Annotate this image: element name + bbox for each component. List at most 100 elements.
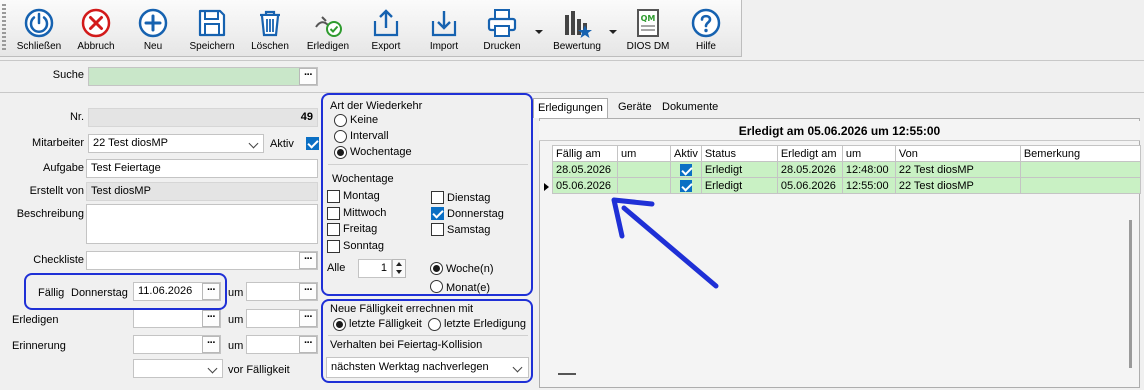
print-button[interactable]: Drucken — [478, 3, 526, 55]
cell-status[interactable]: Erledigt — [700, 161, 778, 178]
table-header-row: Fällig am um Aktiv Status Erledigt am um… — [552, 145, 1141, 162]
reminder-date-picker-button[interactable]: ··· — [202, 336, 220, 353]
checklist-input[interactable] — [86, 251, 318, 270]
save-button[interactable]: Speichern — [187, 3, 237, 55]
cell-completed-date[interactable]: 28.05.2026 — [776, 161, 843, 178]
dios-dm-button-label: DIOS DM — [626, 41, 670, 52]
weekday-friday-checkbox[interactable] — [327, 223, 340, 236]
recurrence-interval-radio[interactable] — [334, 130, 347, 143]
checklist-label: Checkliste — [33, 254, 84, 266]
recalc-last-done-label: letzte Erledigung — [444, 318, 526, 330]
weekday-saturday-checkbox[interactable] — [431, 223, 444, 236]
tab-documents[interactable]: Dokumente — [658, 98, 722, 118]
every-count-input[interactable]: 1 — [358, 259, 392, 278]
unit-week-label: Woche(n) — [446, 263, 494, 275]
complete-by-time-picker-button[interactable]: ··· — [299, 310, 317, 327]
weekday-sunday-checkbox[interactable] — [327, 240, 340, 253]
help-button[interactable]: Hilfe — [684, 3, 728, 55]
export-icon — [373, 9, 399, 37]
employee-select[interactable]: 22 Test diosMP — [88, 134, 264, 153]
grid-footer-marker — [558, 373, 576, 375]
column-header[interactable]: Bemerkung — [1019, 145, 1141, 162]
tab-devices[interactable]: Geräte — [614, 98, 656, 118]
row-active-checkbox[interactable] — [680, 163, 692, 176]
print-dropdown-arrow[interactable] — [534, 28, 544, 36]
vertical-scrollbar[interactable] — [1129, 220, 1132, 368]
column-header[interactable]: Von — [894, 145, 1021, 162]
column-header[interactable]: Fällig am — [552, 145, 618, 162]
spin-down-icon[interactable] — [396, 270, 402, 274]
save-button-label: Speichern — [189, 41, 235, 52]
delete-button[interactable]: Löschen — [247, 3, 293, 55]
search-input[interactable] — [88, 67, 318, 86]
chevron-down-icon[interactable] — [205, 360, 221, 377]
new-button[interactable]: Neu — [130, 3, 176, 55]
due-time-picker-button[interactable]: ··· — [299, 283, 317, 300]
due-date-picker-button[interactable]: ··· — [202, 283, 220, 300]
import-button-label: Import — [429, 41, 459, 52]
unit-week-radio[interactable] — [430, 262, 443, 275]
chart-icon — [565, 11, 592, 38]
qm-icon: QM — [637, 9, 659, 37]
task-label: Aufgabe — [43, 162, 84, 174]
column-header[interactable]: um — [617, 145, 671, 162]
weekday-thursday-checkbox[interactable] — [431, 207, 444, 220]
cell-by[interactable]: 22 Test diosMP — [894, 161, 1021, 178]
holiday-behavior-select[interactable]: nächsten Werktag nachverlegen — [326, 357, 529, 378]
search-picker-button[interactable]: ··· — [299, 68, 317, 85]
reminder-label: Erinnerung — [12, 340, 66, 352]
complete-button[interactable]: Erledigen — [303, 3, 353, 55]
cell-by[interactable]: 22 Test diosMP — [894, 177, 1021, 194]
help-icon — [691, 8, 721, 38]
recalc-title: Neue Fälligkeit errechnen mit — [330, 303, 474, 315]
rating-dropdown-arrow[interactable] — [608, 28, 618, 36]
tab-completions[interactable]: Erledigungen — [533, 98, 608, 118]
cell-remark[interactable] — [1019, 161, 1141, 178]
recurrence-weekdays-radio[interactable] — [334, 146, 347, 159]
holiday-title: Verhalten bei Feiertag-Kollision — [330, 339, 483, 351]
cell-due-time[interactable] — [617, 161, 671, 178]
unit-month-radio[interactable] — [430, 280, 443, 293]
column-header[interactable]: Status — [700, 145, 778, 162]
every-count-spinner[interactable] — [392, 259, 406, 278]
cell-completed-time[interactable]: 12:55:00 — [841, 177, 896, 194]
cell-completed-time[interactable]: 12:48:00 — [841, 161, 896, 178]
active-checkbox[interactable] — [306, 137, 319, 150]
weekday-tuesday-checkbox[interactable] — [431, 191, 444, 204]
cell-completed-date[interactable]: 05.06.2026 — [776, 177, 843, 194]
complete-by-date-picker-button[interactable]: ··· — [202, 310, 220, 327]
svg-text:QM: QM — [641, 14, 656, 23]
cell-active[interactable] — [670, 161, 702, 178]
table-row[interactable]: 28.05.2026 Erledigt 28.05.2026 12:48:00 … — [552, 161, 1141, 178]
weekday-wednesday-checkbox[interactable] — [327, 207, 340, 220]
dios-dm-button[interactable]: QM DIOS DM — [622, 3, 674, 55]
grid-title: Erledigt am 05.06.2026 um 12:55:00 — [539, 121, 1140, 141]
cell-due-date[interactable]: 28.05.2026 — [552, 161, 618, 178]
delete-button-label: Löschen — [251, 41, 289, 52]
column-header[interactable]: um — [841, 145, 896, 162]
recurrence-none-radio[interactable] — [334, 114, 347, 127]
export-button[interactable]: Export — [362, 3, 410, 55]
chevron-down-icon[interactable] — [510, 359, 526, 376]
reminder-time-picker-button[interactable]: ··· — [299, 336, 317, 353]
separator — [328, 164, 528, 165]
rating-button[interactable]: Bewertung — [548, 3, 606, 55]
import-button[interactable]: Import — [420, 3, 468, 55]
spin-up-icon[interactable] — [396, 262, 402, 266]
column-header[interactable]: Aktiv — [670, 145, 702, 162]
weekday-monday-checkbox[interactable] — [327, 190, 340, 203]
task-input[interactable]: Test Feiertage — [86, 159, 318, 178]
recalc-last-done-radio[interactable] — [428, 318, 441, 331]
column-header[interactable]: Erledigt am — [776, 145, 843, 162]
chevron-down-icon[interactable] — [246, 135, 262, 152]
close-button[interactable]: Schließen — [14, 3, 64, 55]
weekday-friday-label: Freitag — [343, 223, 378, 235]
toolbar-grip[interactable] — [2, 4, 6, 52]
checklist-picker-button[interactable]: ··· — [299, 252, 317, 269]
close-button-label: Schließen — [16, 41, 62, 52]
recalc-last-due-radio[interactable] — [333, 318, 346, 331]
cancel-button[interactable]: Abbruch — [72, 3, 120, 55]
description-textarea[interactable] — [86, 204, 318, 244]
cell-remark[interactable] — [1019, 177, 1141, 194]
export-button-label: Export — [371, 41, 401, 52]
